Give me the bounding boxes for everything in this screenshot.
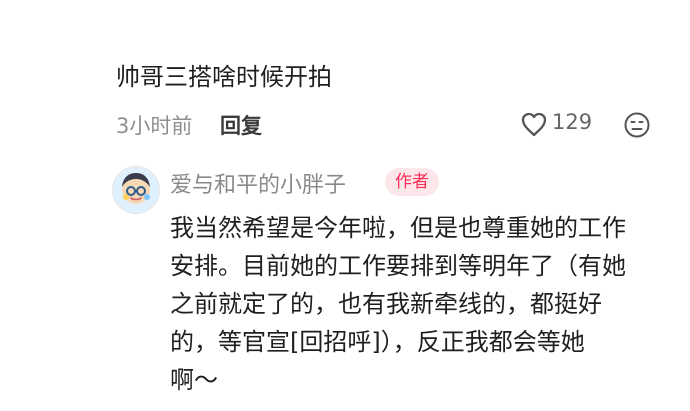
emoji-icon[interactable] — [622, 110, 652, 140]
like-count: 129 — [552, 110, 593, 134]
comment-meta-row: 3小时前 回复 129 — [116, 106, 676, 142]
avatar-illustration-icon — [113, 167, 159, 213]
reply-line: 我当然希望是今年啦，但是也尊重她的工作 — [170, 214, 626, 242]
reply-text: 我当然希望是今年啦，但是也尊重她的工作 安排。目前她的工作要排到等明年了（有她 … — [170, 209, 670, 399]
author-badge: 作者 — [385, 168, 439, 196]
comment-time: 3小时前 — [116, 114, 193, 138]
avatar[interactable] — [112, 166, 160, 214]
reply-line: 安排。目前她的工作要排到等明年了（有她 — [170, 252, 626, 280]
reply-line: 之前就定了的，也有我新牵线的，都挺好 — [170, 290, 602, 318]
reply-username[interactable]: 爱与和平的小胖子 — [170, 167, 346, 199]
reply-line: 啊～ — [170, 366, 218, 394]
comment-text: 帅哥三搭啥时候开拍 — [116, 63, 332, 91]
reply-button[interactable]: 回复 — [220, 110, 262, 140]
reply-line: 的，等官宣[回招呼]），反正我都会等她 — [170, 328, 585, 356]
like-icon[interactable] — [520, 111, 548, 137]
